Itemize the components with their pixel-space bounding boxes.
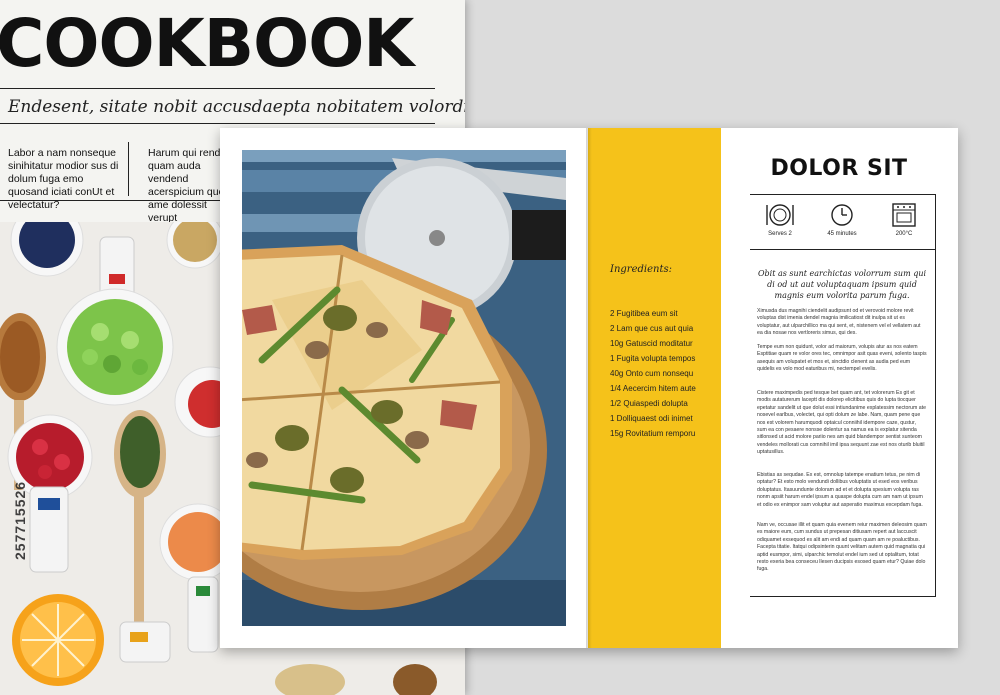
ingredient-item: 2 Lam que cus aut quia [610,324,694,333]
clock-icon [831,204,853,226]
recipe-title: DOLOR SIT [770,156,908,181]
recipe-paragraph: Nam ve, occusae illit et quam quia evene… [757,522,927,573]
cover-rule-top [0,88,435,89]
stock-id-watermark: 257715526 [12,480,28,560]
info-temperature: 200°C [874,203,934,237]
recipe-intro: Obit as sunt earchictas volorrum sum qui… [757,269,927,300]
pizza-photo-art [242,150,566,626]
ingredient-item: 40g Onto cum nonsequ [610,369,694,378]
recipe-spread: Ingredients: 2 Fugitibea eum sit 2 Lam q… [220,128,958,648]
pizza-photo [242,150,566,626]
plate-icon [766,204,794,226]
cover-title: COOKBOOK [0,5,414,82]
cover-rule-bottom [0,123,435,124]
info-serves: Serves 2 [750,203,810,237]
cover-tagline: Endesent, sitate nobit accusdaepta nobit… [8,97,465,117]
cover-column-left: Labor a nam nonseque sinihitatur modior … [8,147,119,211]
page-gutter [586,128,592,648]
serves-label: Serves 2 [768,231,792,237]
recipe-info-box: Serves 2 45 minutes 200°C [750,194,936,250]
cover-column-divider [128,142,129,196]
ingredient-item: 10g Gatuscid moditatur [610,339,693,348]
oven-icon [892,203,916,227]
ingredient-item: 1 Fugita volupta tempos [610,354,696,363]
ingredient-item: 1 Dolliquaest odi inimet [610,414,693,423]
recipe-paragraph: Cistere maximpedis ped tesque bet quam a… [757,390,926,456]
cover-rule-lower [0,200,220,201]
temperature-label: 200°C [895,231,913,237]
ingredients-list: 2 Fugitibea eum sit 2 Lam que cus aut qu… [610,306,696,441]
ingredients-title: Ingredients: [610,264,672,275]
recipe-paragraph: Tempe eum non quidunt, volor ad maiorum,… [757,344,927,373]
recipe-paragraph: Ximusda dus magnihi ciendelit audipsunt … [757,308,921,337]
ingredient-item: 1/4 Aecercim hitem aute [610,384,696,393]
ingredient-item: 1/2 Quiaspedi dolupta [610,399,688,408]
recipe-paragraph: Ebistias as sequdae. Ex est, omnolup tat… [757,472,923,508]
ingredient-item: 2 Fugitibea eum sit [610,309,678,318]
info-time: 45 minutes [812,203,872,237]
ingredient-item: 15g Rovitatium remporu [610,429,696,438]
time-label: 45 minutes [827,231,857,237]
